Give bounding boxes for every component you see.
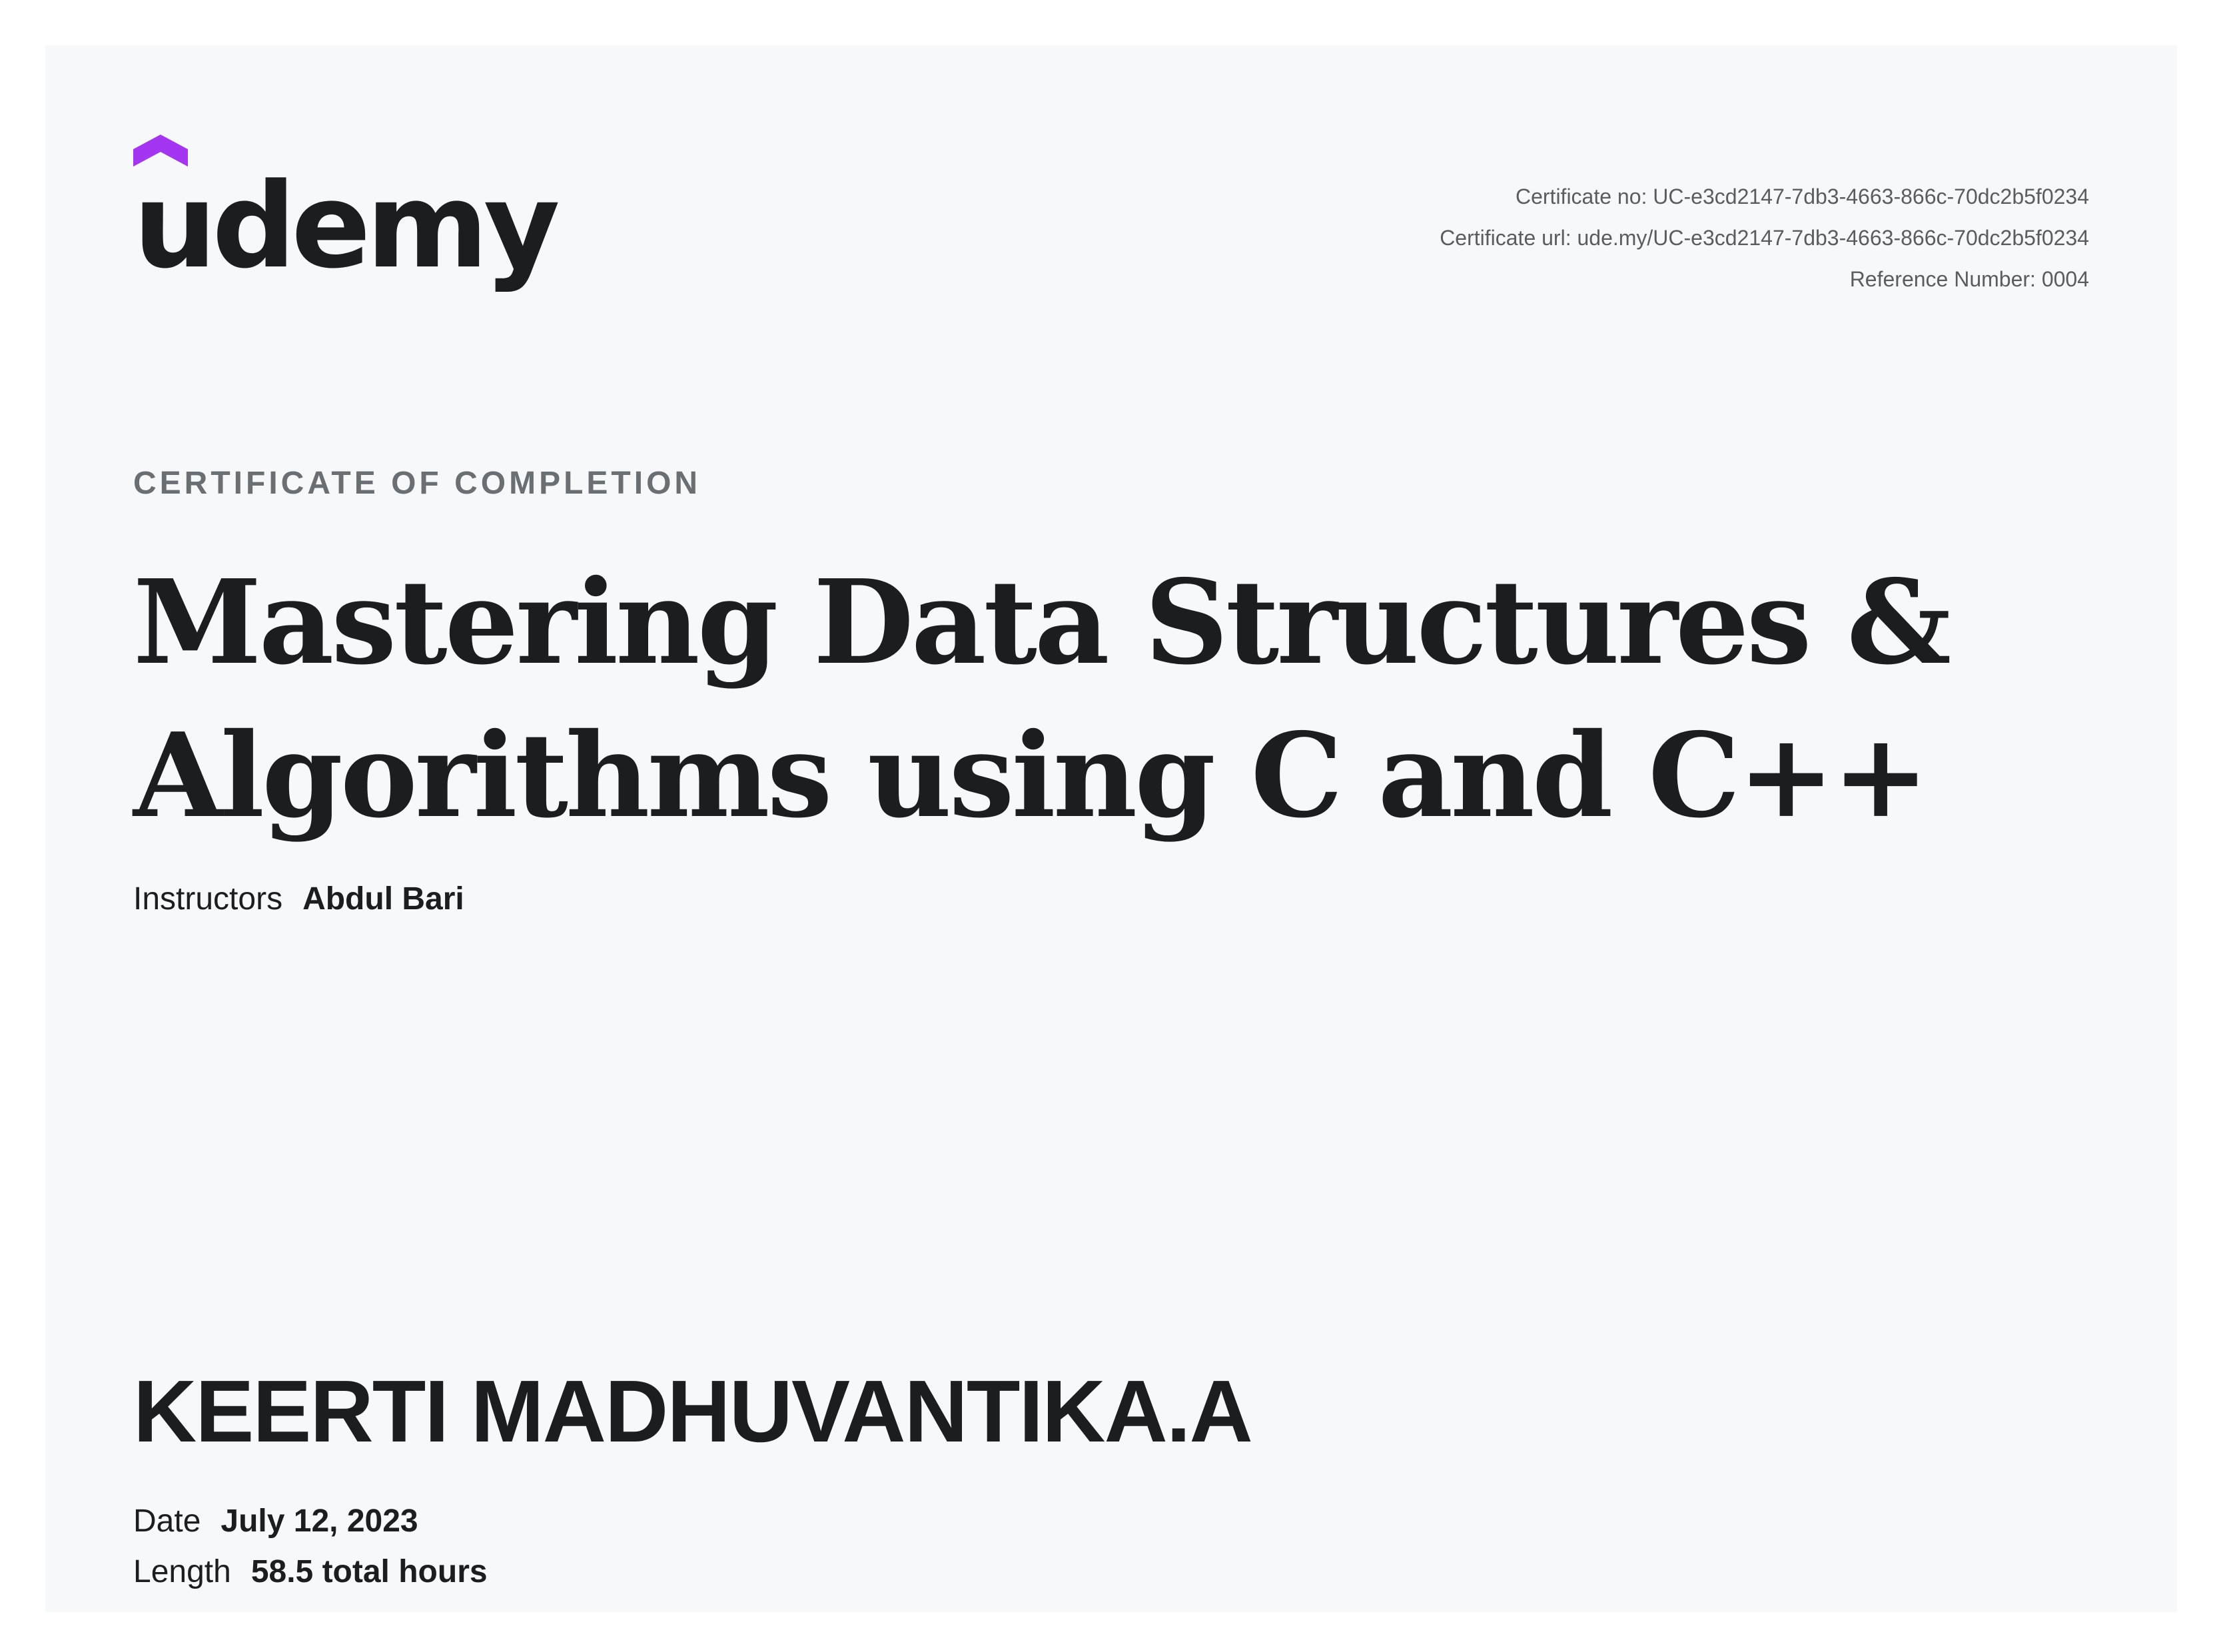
- date-value: July 12, 2023: [221, 1503, 418, 1539]
- certificate-heading: CERTIFICATE OF COMPLETION: [133, 466, 701, 501]
- reference-number: Reference Number: 0004: [1849, 267, 2089, 291]
- date-label: Date: [133, 1503, 201, 1539]
- logo-wordmark: udemy: [133, 158, 560, 294]
- instructors-label: Instructors: [133, 881, 283, 917]
- udemy-logo: udemy: [133, 135, 560, 328]
- certificate-number: Certificate no: UC-e3cd2147-7db3-4663-86…: [1515, 185, 2089, 208]
- instructors-row: Instructors Abdul Bari: [133, 881, 464, 917]
- length-row: Length 58.5 total hours: [133, 1553, 488, 1590]
- length-value: 58.5 total hours: [250, 1554, 488, 1589]
- instructors-value: Abdul Bari: [302, 881, 464, 917]
- date-row: Date July 12, 2023: [133, 1503, 418, 1539]
- certificate-sheet: udemy Certificate no: UC-e3cd2147-7db3-4…: [45, 45, 2177, 1612]
- course-title: Mastering Data Structures & Algorithms u…: [133, 555, 1951, 844]
- recipient-name: KEERTI MADHUVANTIKA.A: [133, 1362, 1253, 1460]
- length-label: Length: [133, 1554, 231, 1589]
- certificate-meta: Certificate no: UC-e3cd2147-7db3-4663-86…: [1440, 176, 2089, 300]
- certificate-url: Certificate url: ude.my/UC-e3cd2147-7db3…: [1440, 226, 2089, 250]
